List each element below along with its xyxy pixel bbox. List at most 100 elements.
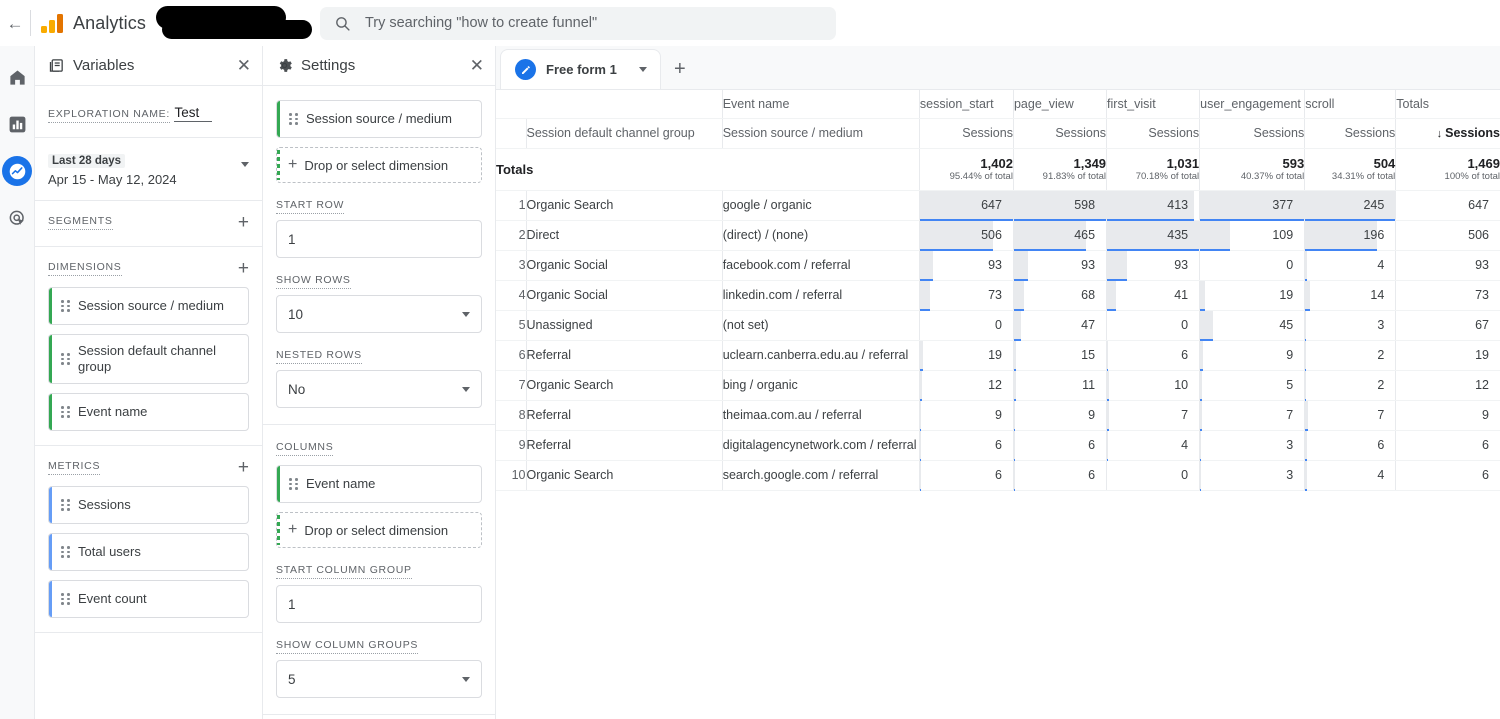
table-row[interactable]: 4Organic Sociallinkedin.com / referral73… (496, 280, 1500, 310)
search-input[interactable]: Try searching "how to create funnel" (320, 7, 836, 40)
add-segment-button[interactable]: + (238, 213, 249, 232)
row-source-medium[interactable]: facebook.com / referral (722, 250, 919, 280)
add-dimension-button[interactable]: + (238, 259, 249, 278)
rows-drop-dimension-zone[interactable]: + Drop or select dimension (276, 147, 482, 183)
drag-handle-icon[interactable] (61, 546, 70, 558)
header-spacer (496, 90, 722, 118)
metric-header[interactable]: Sessions (1013, 118, 1106, 148)
show-column-groups-select[interactable]: 5 (276, 660, 482, 698)
row-source-medium[interactable]: search.google.com / referral (722, 460, 919, 490)
drag-handle-icon[interactable] (61, 353, 70, 365)
row-dimension-header[interactable]: Session source / medium (722, 118, 919, 148)
row-channel-group[interactable]: Referral (526, 430, 722, 460)
rail-item-advertising[interactable] (2, 203, 32, 233)
dimension-chip[interactable]: Session source / medium (48, 287, 249, 325)
start-column-group-input[interactable]: 1 (276, 585, 482, 623)
metric-header[interactable]: Sessions (1305, 118, 1396, 148)
metric-value: 0 (1200, 251, 1304, 280)
row-source-medium[interactable]: (not set) (722, 310, 919, 340)
column-group-header[interactable]: first_visit (1107, 90, 1200, 118)
row-source-medium[interactable]: google / organic (722, 190, 919, 220)
drag-handle-icon[interactable] (61, 300, 70, 312)
metric-value: 196 (1305, 221, 1395, 250)
row-channel-group[interactable]: Direct (526, 220, 722, 250)
start-row-input[interactable]: 1 (276, 220, 482, 258)
metric-cell: 196 (1305, 220, 1396, 250)
metric-value: 7 (1107, 401, 1199, 430)
add-tab-button[interactable]: + (661, 49, 699, 89)
column-group-header[interactable]: scroll (1305, 90, 1396, 118)
table-row[interactable]: 7Organic Searchbing / organic1211105212 (496, 370, 1500, 400)
show-rows-select[interactable]: 10 (276, 295, 482, 333)
dimension-chip[interactable]: Session default channel group (48, 334, 249, 384)
totals-cell: 50434.31% of total (1305, 148, 1396, 190)
plus-icon: + (288, 522, 297, 538)
row-channel-group[interactable]: Organic Social (526, 250, 722, 280)
drag-handle-icon[interactable] (289, 113, 298, 125)
row-source-medium[interactable]: bing / organic (722, 370, 919, 400)
rail-item-explore[interactable] (2, 156, 32, 186)
dimension-chip[interactable]: Event name (48, 393, 249, 431)
drag-handle-icon[interactable] (61, 499, 70, 511)
row-channel-group[interactable]: Referral (526, 400, 722, 430)
column-group-header[interactable]: user_engagement (1200, 90, 1305, 118)
start-row-label: START ROW (276, 199, 344, 214)
table-row[interactable]: 8Referraltheimaa.com.au / referral997779 (496, 400, 1500, 430)
metric-cell: 45 (1200, 310, 1305, 340)
row-dimension-header[interactable]: Session default channel group (526, 118, 722, 148)
row-channel-group[interactable]: Organic Search (526, 370, 722, 400)
date-range-selector[interactable]: Last 28 days Apr 15 - May 12, 2024 (35, 138, 262, 201)
chevron-down-icon[interactable] (639, 67, 647, 72)
google-analytics-logo (41, 13, 63, 33)
add-metric-button[interactable]: + (238, 458, 249, 477)
metric-value: 7 (1200, 401, 1304, 430)
table-row[interactable]: 10Organic Searchsearch.google.com / refe… (496, 460, 1500, 490)
drag-handle-icon[interactable] (289, 478, 298, 490)
row-channel-group[interactable]: Organic Search (526, 460, 722, 490)
column-group-header[interactable]: page_view (1013, 90, 1106, 118)
row-source-medium[interactable]: theimaa.com.au / referral (722, 400, 919, 430)
row-source-medium[interactable]: uclearn.canberra.edu.au / referral (722, 340, 919, 370)
exploration-name-input[interactable]: Test (174, 105, 212, 122)
close-icon[interactable]: ✕ (470, 57, 484, 74)
columns-dimension-chip[interactable]: Event name (276, 465, 482, 503)
row-channel-group[interactable]: Referral (526, 340, 722, 370)
metric-chip[interactable]: Total users (48, 533, 249, 571)
table-row[interactable]: 1Organic Searchgoogle / organic647598413… (496, 190, 1500, 220)
metric-cell: 12 (1396, 370, 1500, 400)
rows-dimension-chip[interactable]: Session source / medium (276, 100, 482, 138)
nested-rows-select[interactable]: No (276, 370, 482, 408)
chevron-down-icon[interactable] (241, 162, 249, 167)
column-group-header[interactable]: session_start (919, 90, 1013, 118)
table-row[interactable]: 5Unassigned(not set)047045367 (496, 310, 1500, 340)
row-channel-group[interactable]: Organic Search (526, 190, 722, 220)
row-source-medium[interactable]: linkedin.com / referral (722, 280, 919, 310)
tab-free-form-1[interactable]: Free form 1 (500, 49, 661, 89)
row-source-medium[interactable]: digitalagencynetwork.com / referral (722, 430, 919, 460)
variables-panel: Variables ✕ EXPLORATION NAME: Test Last … (35, 46, 263, 719)
row-channel-group[interactable]: Unassigned (526, 310, 722, 340)
close-icon[interactable]: ✕ (237, 57, 251, 74)
table-row[interactable]: 9Referraldigitalagencynetwork.com / refe… (496, 430, 1500, 460)
metric-value: 93 (920, 251, 1013, 280)
metric-header[interactable]: Sessions (919, 118, 1013, 148)
drag-handle-icon[interactable] (61, 406, 70, 418)
metric-header[interactable]: ↓Sessions (1396, 118, 1500, 148)
metric-value: 245 (1305, 191, 1395, 220)
table-row[interactable]: 6Referraluclearn.canberra.edu.au / refer… (496, 340, 1500, 370)
metric-value: 0 (1107, 311, 1199, 340)
columns-drop-dimension-zone[interactable]: + Drop or select dimension (276, 512, 482, 548)
row-source-medium[interactable]: (direct) / (none) (722, 220, 919, 250)
table-row[interactable]: 2Direct(direct) / (none)5064654351091965… (496, 220, 1500, 250)
rail-item-home[interactable] (2, 62, 32, 92)
rail-item-reports[interactable] (2, 109, 32, 139)
metric-header[interactable]: Sessions (1200, 118, 1305, 148)
metric-header[interactable]: Sessions (1107, 118, 1200, 148)
arrow-left-icon[interactable]: ← (0, 15, 30, 32)
drag-handle-icon[interactable] (61, 593, 70, 605)
column-group-header[interactable]: Totals (1396, 90, 1500, 118)
metric-chip[interactable]: Event count (48, 580, 249, 618)
table-row[interactable]: 3Organic Socialfacebook.com / referral93… (496, 250, 1500, 280)
metric-chip[interactable]: Sessions (48, 486, 249, 524)
row-channel-group[interactable]: Organic Social (526, 280, 722, 310)
